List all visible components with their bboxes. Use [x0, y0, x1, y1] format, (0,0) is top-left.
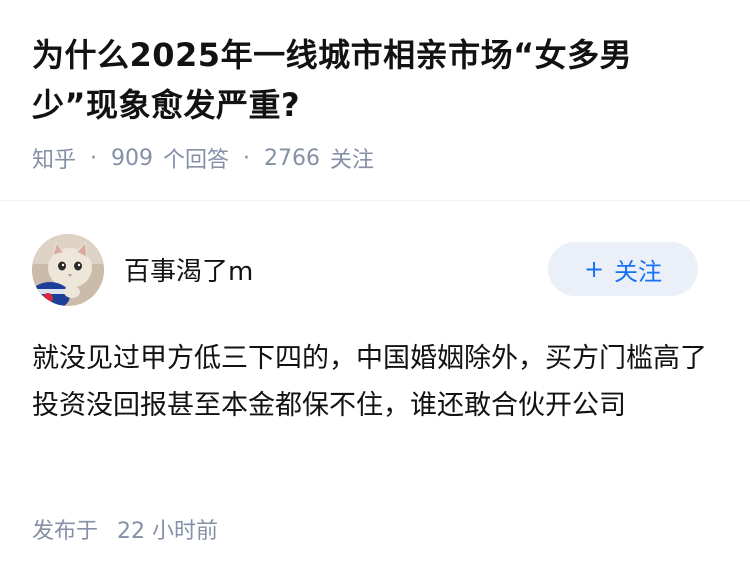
separator-dot: · [243, 145, 251, 171]
author-row: 百事渴了m + 关注 [0, 201, 750, 313]
page: 为什么2025年一线城市相亲市场“女多男少”现象愈发严重? 知乎 · 909 个… [0, 0, 750, 580]
answer-count-label: 个回答 [163, 148, 230, 173]
answer-card: 百事渴了m + 关注 就没见过甲方低三下四的，中国婚姻除外，买方门槛高了 投资没… [0, 201, 750, 544]
plus-icon: + [583, 255, 605, 283]
source-label[interactable]: 知乎 [32, 142, 76, 174]
published-label: 发布于 [32, 519, 99, 544]
question-header: 为什么2025年一线城市相亲市场“女多男少”现象愈发严重? 知乎 · 909 个… [0, 0, 750, 174]
follow-button-label: 关注 [614, 257, 663, 286]
question-title[interactable]: 为什么2025年一线城市相亲市场“女多男少”现象愈发严重? [32, 30, 718, 130]
avatar-cat-image [32, 234, 104, 306]
follow-count-label: 关注 [330, 148, 375, 173]
question-meta: 知乎 · 909 个回答 · 2766 关注 [32, 142, 718, 174]
published-time: 22 小时前 [117, 519, 219, 544]
follow-count: 2766 [264, 145, 321, 171]
answer-content[interactable]: 就没见过甲方低三下四的，中国婚姻除外，买方门槛高了 投资没回报甚至本金都保不住，… [32, 335, 712, 429]
answer-count: 909 [111, 145, 154, 171]
answer-time: 发布于 22 小时前 [32, 513, 218, 545]
separator-dot: · [90, 145, 98, 171]
avatar[interactable] [32, 234, 104, 306]
author-name[interactable]: 百事渴了m [124, 251, 253, 288]
follow-button[interactable]: + 关注 [548, 242, 698, 296]
